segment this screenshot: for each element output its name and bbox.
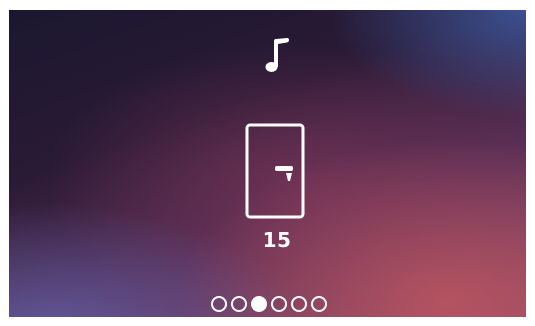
page-dot-2[interactable]: [231, 296, 247, 312]
page-dot-6[interactable]: [311, 296, 327, 312]
screen-frame: 15: [9, 10, 526, 317]
page-dot-3-active[interactable]: [251, 296, 267, 312]
page-dot-5[interactable]: [291, 296, 307, 312]
page-dot-1[interactable]: [211, 296, 227, 312]
page-indicator: [211, 296, 327, 312]
page-dot-4[interactable]: [271, 296, 287, 312]
music-note-icon[interactable]: [263, 37, 291, 73]
door-icon[interactable]: [245, 123, 305, 219]
counter-value: 15: [262, 228, 292, 252]
